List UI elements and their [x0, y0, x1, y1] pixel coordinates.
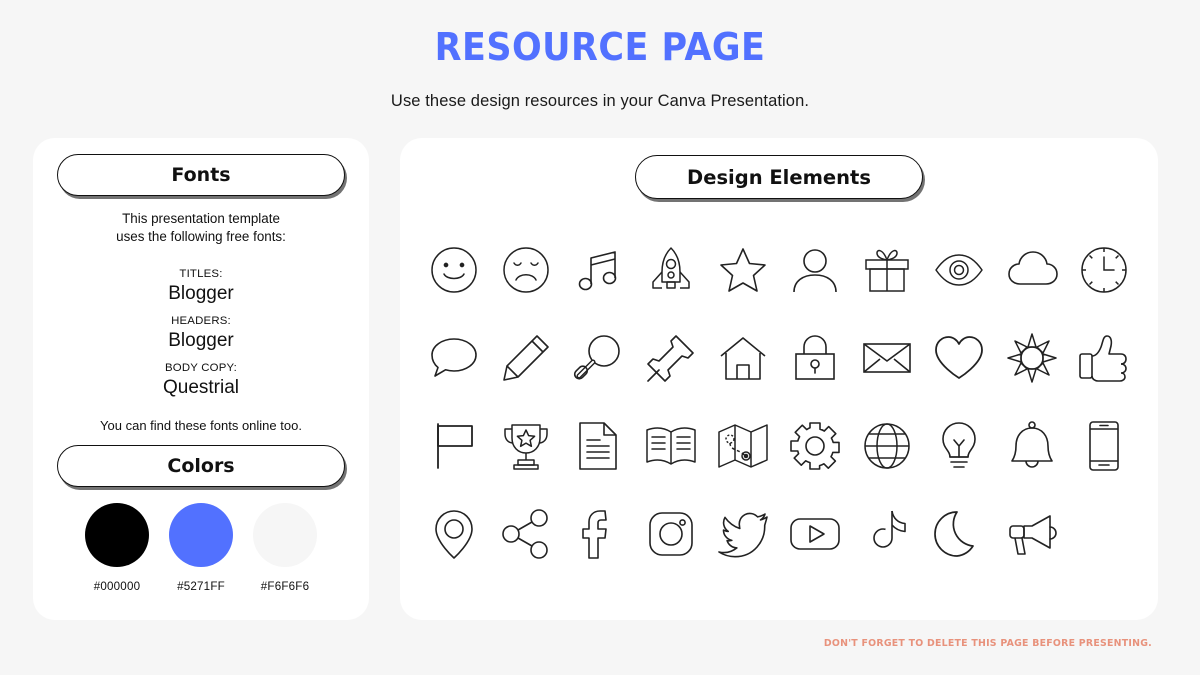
document-icon[interactable]	[568, 416, 628, 476]
speech-bubble-icon[interactable]	[424, 328, 484, 388]
fonts-and-colors-panel: Fonts This presentation template uses th…	[33, 138, 369, 620]
font-entry-headers: HEADERS: Blogger	[33, 315, 369, 352]
tiktok-icon[interactable]	[857, 504, 917, 564]
font-entry-kind: BODY COPY:	[164, 362, 238, 374]
magnifying-glass-icon[interactable]	[568, 328, 628, 388]
heart-icon[interactable]	[929, 328, 989, 388]
gift-icon[interactable]	[857, 240, 917, 300]
font-entry-titles: TITLES: Blogger	[33, 268, 369, 305]
moon-icon[interactable]	[929, 504, 989, 564]
gear-icon[interactable]	[785, 416, 845, 476]
open-book-icon[interactable]	[641, 416, 701, 476]
sun-icon[interactable]	[1002, 328, 1062, 388]
font-entry-name: Blogger	[168, 329, 234, 351]
page-subtitle: Use these design resources in your Canva…	[390, 92, 810, 110]
lightbulb-icon[interactable]	[929, 416, 989, 476]
color-swatch[interactable]: #5271FF	[164, 503, 238, 593]
color-swatch-circle[interactable]	[85, 503, 149, 567]
trophy-icon[interactable]	[496, 416, 556, 476]
colors-section-badge: Colors	[57, 445, 345, 487]
design-badge-label: Design Elements	[687, 165, 871, 189]
color-swatch-hex: #5271FF	[177, 580, 225, 593]
smiley-face-icon[interactable]	[424, 240, 484, 300]
house-icon[interactable]	[713, 328, 773, 388]
music-note-icon[interactable]	[568, 240, 628, 300]
font-entry-kind: TITLES:	[179, 268, 223, 280]
star-icon[interactable]	[713, 240, 773, 300]
font-entry-name: Blogger	[168, 282, 234, 304]
smartphone-icon[interactable]	[1074, 416, 1134, 476]
globe-icon[interactable]	[857, 416, 917, 476]
fonts-intro-line-1: This presentation template	[122, 211, 280, 226]
envelope-icon[interactable]	[857, 328, 917, 388]
share-icon[interactable]	[496, 504, 556, 564]
design-elements-grid	[418, 226, 1140, 578]
fonts-outro-text: You can find these fonts online too.	[100, 418, 302, 433]
color-swatch[interactable]: #000000	[80, 503, 154, 593]
pushpin-icon[interactable]	[641, 328, 701, 388]
color-swatch-circle[interactable]	[253, 503, 317, 567]
color-swatch-circle[interactable]	[169, 503, 233, 567]
pencil-icon[interactable]	[496, 328, 556, 388]
folded-map-icon[interactable]	[713, 416, 773, 476]
eye-icon[interactable]	[929, 240, 989, 300]
person-icon[interactable]	[785, 240, 845, 300]
font-entry-kind: HEADERS:	[171, 315, 231, 327]
twitter-icon[interactable]	[713, 504, 773, 564]
location-pin-icon[interactable]	[424, 504, 484, 564]
colors-badge-label: Colors	[167, 455, 235, 477]
thumbs-up-icon[interactable]	[1074, 328, 1134, 388]
fonts-intro-text: This presentation template uses the foll…	[33, 210, 369, 246]
design-elements-panel: Design Elements	[400, 138, 1158, 620]
color-swatch-hex: #000000	[93, 580, 141, 593]
megaphone-icon[interactable]	[1002, 504, 1062, 564]
delete-page-reminder: DON'T FORGET TO DELETE THIS PAGE BEFORE …	[823, 638, 1152, 649]
design-elements-badge: Design Elements	[635, 155, 923, 199]
font-entry-name: Questrial	[162, 376, 240, 398]
padlock-icon[interactable]	[785, 328, 845, 388]
youtube-icon[interactable]	[785, 504, 845, 564]
bell-icon[interactable]	[1002, 416, 1062, 476]
color-swatch-list: #000000 #5271FF #F6F6F6	[33, 503, 369, 593]
color-swatch[interactable]: #F6F6F6	[248, 503, 322, 593]
color-swatch-hex: #F6F6F6	[260, 580, 310, 593]
cloud-icon[interactable]	[1002, 240, 1062, 300]
page-title: RESOURCE PAGE	[434, 25, 766, 69]
fonts-intro-line-2: uses the following free fonts:	[116, 228, 286, 244]
clock-icon[interactable]	[1074, 240, 1134, 300]
fonts-badge-label: Fonts	[171, 164, 231, 186]
sad-face-icon[interactable]	[496, 240, 556, 300]
fonts-section-badge: Fonts	[57, 154, 345, 196]
font-entry-body-copy: BODY COPY: Questrial	[33, 362, 369, 399]
instagram-icon[interactable]	[641, 504, 701, 564]
flag-icon[interactable]	[424, 416, 484, 476]
slide-canvas: RESOURCE PAGE Use these design resources…	[0, 0, 1200, 675]
rocket-icon[interactable]	[641, 240, 701, 300]
facebook-icon[interactable]	[568, 504, 628, 564]
